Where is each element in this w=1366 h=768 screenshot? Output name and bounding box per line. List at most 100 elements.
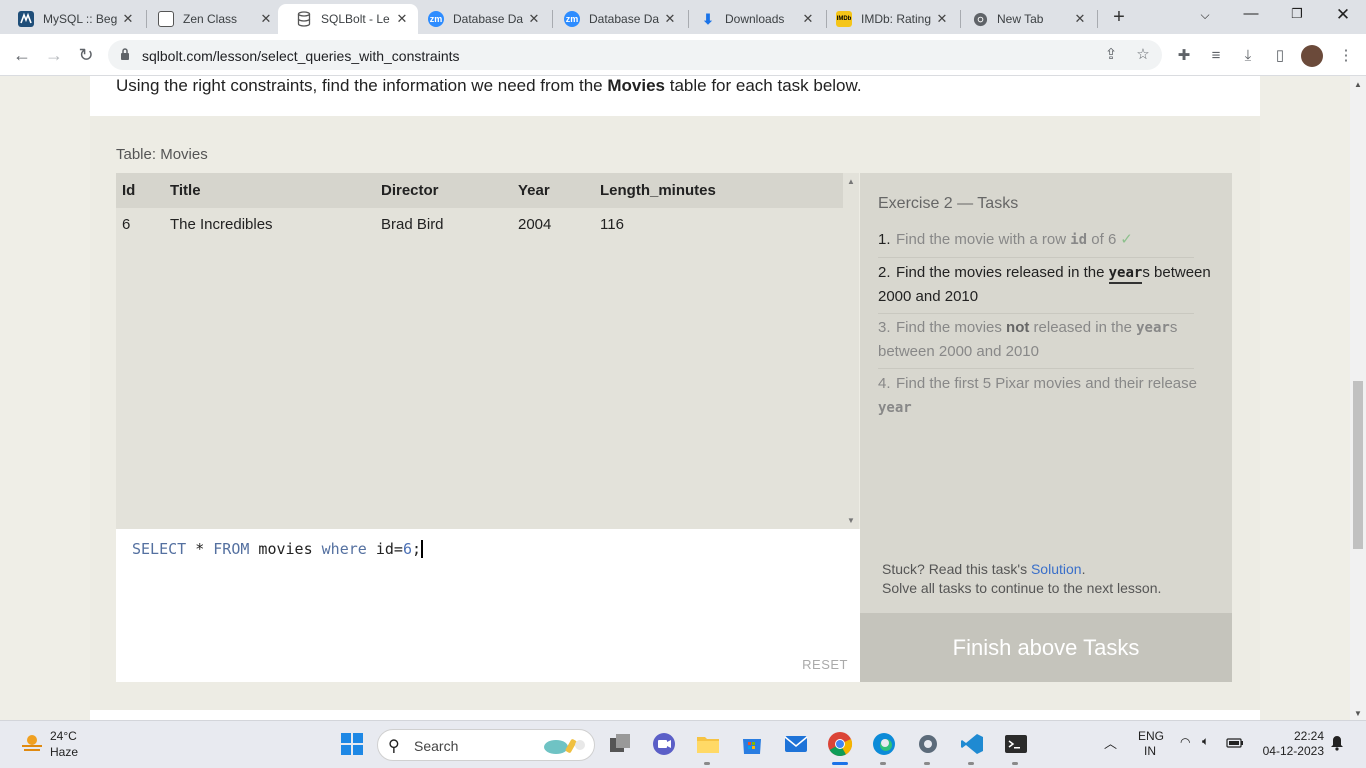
task-bold: not (1006, 319, 1030, 336)
address-bar[interactable]: sqlbolt.com/lesson/select_queries_with_c… (108, 40, 1162, 70)
star-icon[interactable]: ☆ (1133, 45, 1153, 65)
solution-link[interactable]: Solution (1031, 561, 1082, 577)
media-queue-icon[interactable]: ≡ (1205, 46, 1227, 66)
microsoft-store-icon[interactable] (739, 731, 765, 757)
sql-editor[interactable]: SELECT * FROM movies where id=6; RESET (116, 529, 860, 682)
task-item-2: 2. Find the movies released in the years … (878, 261, 1212, 309)
next-section-card (90, 710, 1260, 720)
tab-search-chevron-icon[interactable]: ⌵ (1190, 8, 1220, 23)
zen-class-icon (158, 11, 174, 27)
tab-imdb[interactable]: IMDb IMDb: Rating ✕ (818, 4, 958, 34)
new-tab-button[interactable]: + (1108, 6, 1130, 28)
forward-arrow-icon[interactable]: → (42, 43, 66, 67)
scroll-thumb[interactable] (1353, 381, 1363, 549)
table-cell: 2004 (518, 216, 552, 233)
mail-icon[interactable] (783, 731, 809, 757)
language-code: ENG (1138, 729, 1165, 743)
tray-chevron-up-icon[interactable]: ︿ (1104, 733, 1117, 752)
imdb-icon: IMDb (836, 11, 852, 27)
minimize-button[interactable]: — (1236, 5, 1266, 22)
help-text: Stuck? Read this task's (882, 561, 1031, 577)
close-icon[interactable]: ✕ (934, 11, 950, 27)
scroll-down-icon[interactable]: ▼ (1354, 709, 1362, 718)
page-scrollbar[interactable]: ▲ ▼ (1350, 76, 1366, 720)
page-content: Using the right constraints, find the in… (0, 76, 1350, 720)
chrome-icon[interactable] (827, 731, 853, 757)
volume-icon[interactable]: 🔈︎ (1202, 734, 1209, 749)
tab-title: Downloads (725, 12, 785, 26)
battery-icon[interactable] (1226, 737, 1244, 749)
system-clock[interactable]: 22:24 04-12-2023 (1258, 729, 1324, 759)
settings-gear-icon[interactable] (915, 731, 941, 757)
finish-tasks-button[interactable]: Finish above Tasks (860, 613, 1232, 682)
download-icon[interactable]: ⤓ (1237, 46, 1259, 66)
column-header: Director (381, 182, 439, 199)
running-app-indicator (704, 762, 710, 765)
mysql-icon (18, 11, 34, 27)
task-text: Find the movies released in the (896, 264, 1109, 281)
weather-condition: Haze (50, 745, 79, 759)
scroll-down-icon[interactable]: ▼ (847, 516, 855, 525)
column-header: Id (122, 182, 136, 199)
task-number: 3. (878, 319, 891, 336)
side-panel-icon[interactable]: ▯ (1269, 46, 1291, 66)
code-token: ; (411, 540, 421, 558)
tab-title: Database Da (589, 12, 660, 26)
search-label: Search (414, 738, 459, 754)
scroll-up-icon[interactable]: ▲ (1354, 80, 1362, 89)
reset-button[interactable]: RESET (802, 657, 848, 672)
menu-kebab-icon[interactable]: ⋮ (1335, 46, 1357, 66)
wifi-icon[interactable]: ◠ (1180, 735, 1190, 749)
haze-weather-icon[interactable] (20, 732, 44, 754)
tab-sqlbolt[interactable]: SQLBolt - Le ✕ (278, 4, 418, 34)
edge-icon[interactable] (871, 731, 897, 757)
task-number: 4. (878, 375, 891, 392)
url-text: sqlbolt.com/lesson/select_queries_with_c… (142, 48, 460, 64)
tab-downloads[interactable]: ⬇ Downloads ✕ (682, 4, 824, 34)
share-icon[interactable]: ⇪ (1101, 45, 1121, 65)
task-item-3: 3. Find the movies not released in the ye… (878, 316, 1212, 364)
close-icon[interactable]: ✕ (120, 11, 136, 27)
notification-bell-icon[interactable] (1330, 735, 1344, 751)
tab-zen-class[interactable]: Zen Class ✕ (140, 4, 282, 34)
tab-database-2[interactable]: zm Database Da ✕ (546, 4, 686, 34)
teams-chat-icon[interactable] (651, 731, 677, 757)
task-code: year (1108, 265, 1143, 284)
reload-icon[interactable]: ↻ (74, 43, 98, 67)
download-icon: ⬇ (702, 10, 714, 27)
extensions-icon[interactable]: ✚ (1173, 46, 1195, 66)
close-icon[interactable]: ✕ (1072, 11, 1088, 27)
tab-title: IMDb: Rating (861, 12, 932, 26)
close-icon[interactable]: ✕ (394, 11, 410, 27)
vscode-icon[interactable] (959, 731, 985, 757)
task-view-icon[interactable] (607, 731, 633, 757)
sql-code[interactable]: SELECT * FROM movies where id=6; (132, 540, 423, 558)
close-icon[interactable]: ✕ (662, 11, 678, 27)
back-arrow-icon[interactable]: ← (10, 43, 34, 67)
running-app-indicator (880, 762, 886, 765)
language-indicator[interactable]: ENG IN (1138, 729, 1165, 759)
windows-taskbar: 24°C Haze ⚲ Search ︿ ENG IN ◠ 🔈︎ 22:24 0… (0, 720, 1366, 768)
close-window-button[interactable]: ✕ (1328, 5, 1358, 25)
column-header: Title (170, 182, 201, 199)
profile-avatar[interactable] (1301, 45, 1323, 67)
task-text: Find the movie with a row (896, 231, 1071, 248)
scroll-up-icon[interactable]: ▲ (847, 177, 855, 186)
taskbar-search[interactable]: ⚲ Search (377, 729, 595, 761)
file-explorer-icon[interactable] (695, 731, 721, 757)
intro-bold: Movies (607, 76, 666, 95)
table-scrollbar[interactable]: ▲ ▼ (843, 173, 859, 529)
restore-button[interactable]: ❐ (1282, 6, 1312, 22)
code-number: 6 (402, 540, 412, 558)
task-number: 1. (878, 231, 891, 248)
tab-database-1[interactable]: zm Database Da ✕ (410, 4, 550, 34)
help-text: Solve all tasks to continue to the next … (882, 580, 1162, 596)
windows-start-icon[interactable] (339, 731, 365, 757)
tab-new-tab[interactable]: New Tab ✕ (954, 4, 1096, 34)
tab-mysql[interactable]: MySQL :: Beg ✕ (0, 4, 144, 34)
close-icon[interactable]: ✕ (800, 11, 816, 27)
close-icon[interactable]: ✕ (526, 11, 542, 27)
close-icon[interactable]: ✕ (258, 11, 274, 27)
tab-title: Database Da (453, 12, 524, 26)
terminal-icon[interactable] (1003, 731, 1029, 757)
